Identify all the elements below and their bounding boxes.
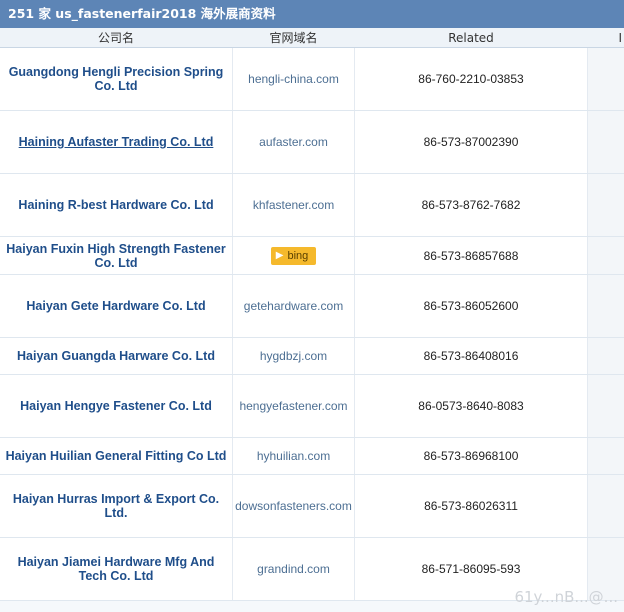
table-row[interactable]: Haiyan Hengye Fastener Co. Ltd hengyefas… (0, 375, 624, 438)
domain-cell: ▶ bing (232, 237, 355, 274)
company-cell: Haiyan Huilian General Fitting Co Ltd (0, 438, 232, 474)
company-cell: Haiyan Guangda Harware Co. Ltd (0, 338, 232, 374)
company-name-link[interactable]: Haiyan Jiamei Hardware Mfg And Tech Co. … (0, 555, 232, 583)
phone-number: 86-573-86968100 (423, 449, 519, 463)
company-name-link[interactable]: Haiyan Gete Hardware Co. Ltd (22, 299, 209, 313)
domain-cell: grandind.com (232, 538, 355, 600)
table-row[interactable]: Haiyan Fuxin High Strength Fastener Co. … (0, 237, 624, 275)
domain-link[interactable]: getehardware.com (244, 299, 343, 313)
column-header-extra[interactable]: I (587, 28, 624, 48)
phone-cell: 86-573-87002390 (355, 111, 587, 173)
company-cell: Haining Aufaster Trading Co. Ltd (0, 111, 232, 173)
domain-cell: getehardware.com (232, 275, 355, 337)
company-name-link[interactable]: Haiyan Huilian General Fitting Co Ltd (2, 449, 231, 463)
extra-cell (587, 237, 624, 274)
column-header-domain[interactable]: 官网域名 (232, 28, 355, 48)
extra-cell (587, 375, 624, 437)
phone-number: 86-760-2210-03853 (418, 72, 524, 86)
company-cell: Guangdong Hengli Precision Spring Co. Lt… (0, 48, 232, 110)
table-row[interactable]: Haiyan Huilian General Fitting Co Ltd hy… (0, 438, 624, 475)
domain-cell: hyhuilian.com (232, 438, 355, 474)
domain-cell: aufaster.com (232, 111, 355, 173)
bing-label: bing (287, 249, 309, 262)
bing-icon: ▶ (275, 249, 284, 261)
domain-link[interactable]: dowsonfasteners.com (235, 499, 352, 513)
page-title: 251 家 us_fastenerfair2018 海外展商资料 (0, 0, 624, 28)
extra-cell (587, 275, 624, 337)
domain-link[interactable]: hengyefastener.com (239, 399, 347, 413)
phone-cell: 86-573-86408016 (355, 338, 587, 374)
company-cell: Haiyan Gete Hardware Co. Ltd (0, 275, 232, 337)
watermark: 61y...nB...@... (514, 588, 618, 606)
company-cell: Haiyan Hurras Import & Export Co. Ltd. (0, 475, 232, 537)
company-cell: Haiyan Fuxin High Strength Fastener Co. … (0, 237, 232, 274)
table-row[interactable]: Guangdong Hengli Precision Spring Co. Lt… (0, 48, 624, 111)
extra-cell (587, 438, 624, 474)
table-row[interactable]: Haining R-best Hardware Co. Ltd khfasten… (0, 174, 624, 237)
company-cell: Haining R-best Hardware Co. Ltd (0, 174, 232, 236)
table-header: 公司名 官网域名 Related I (0, 28, 624, 48)
phone-cell: 86-573-86052600 (355, 275, 587, 337)
phone-number: 86-573-8762-7682 (421, 198, 521, 212)
table-row[interactable]: Haiyan Hurras Import & Export Co. Ltd. d… (0, 475, 624, 538)
company-cell: Haiyan Hengye Fastener Co. Ltd (0, 375, 232, 437)
extra-cell (587, 48, 624, 110)
company-name-link[interactable]: Haining Aufaster Trading Co. Ltd (15, 135, 218, 149)
company-name-link[interactable]: Haiyan Hurras Import & Export Co. Ltd. (0, 492, 232, 520)
phone-cell: 86-0573-8640-8083 (355, 375, 587, 437)
domain-cell: hengyefastener.com (232, 375, 355, 437)
domain-link[interactable]: hengli-china.com (248, 72, 339, 86)
domain-link[interactable]: grandind.com (257, 562, 330, 576)
table-row[interactable]: Haining Aufaster Trading Co. Ltd aufaste… (0, 111, 624, 174)
table-row[interactable]: Haiyan Guangda Harware Co. Ltd hygdbzj.c… (0, 338, 624, 375)
domain-cell: dowsonfasteners.com (232, 475, 355, 537)
domain-cell: hygdbzj.com (232, 338, 355, 374)
phone-cell: 86-573-8762-7682 (355, 174, 587, 236)
phone-number: 86-573-86026311 (424, 499, 518, 513)
phone-cell: 86-573-86857688 (355, 237, 587, 274)
phone-number: 86-573-86857688 (423, 248, 519, 263)
phone-number: 86-571-86095-593 (421, 562, 521, 576)
extra-cell (587, 111, 624, 173)
table-row[interactable]: Haiyan Gete Hardware Co. Ltd getehardwar… (0, 275, 624, 338)
company-name-link[interactable]: Haiyan Hengye Fastener Co. Ltd (16, 399, 216, 413)
extra-cell (587, 338, 624, 374)
phone-cell: 86-760-2210-03853 (355, 48, 587, 110)
company-name-link[interactable]: Guangdong Hengli Precision Spring Co. Lt… (0, 65, 232, 93)
company-name-link[interactable]: Haiyan Fuxin High Strength Fastener Co. … (0, 242, 232, 270)
company-name-link[interactable]: Haining R-best Hardware Co. Ltd (14, 198, 217, 212)
domain-link[interactable]: hyhuilian.com (257, 449, 330, 463)
phone-cell: 86-573-86026311 (355, 475, 587, 537)
phone-number: 86-573-87002390 (423, 135, 519, 149)
column-header-related[interactable]: Related (355, 28, 587, 48)
company-name-link[interactable]: Haiyan Guangda Harware Co. Ltd (13, 349, 219, 363)
phone-number: 86-0573-8640-8083 (418, 399, 524, 413)
phone-number: 86-573-86052600 (423, 299, 519, 313)
domain-cell: khfastener.com (232, 174, 355, 236)
bing-search-button[interactable]: ▶ bing (270, 246, 317, 265)
extra-cell (587, 475, 624, 537)
domain-cell: hengli-china.com (232, 48, 355, 110)
phone-cell: 86-573-86968100 (355, 438, 587, 474)
phone-number: 86-573-86408016 (423, 349, 519, 363)
domain-link[interactable]: hygdbzj.com (260, 349, 327, 363)
domain-link[interactable]: khfastener.com (253, 198, 334, 212)
domain-link[interactable]: aufaster.com (259, 135, 328, 149)
column-header-company[interactable]: 公司名 (0, 28, 232, 48)
company-cell: Haiyan Jiamei Hardware Mfg And Tech Co. … (0, 538, 232, 600)
extra-cell (587, 174, 624, 236)
